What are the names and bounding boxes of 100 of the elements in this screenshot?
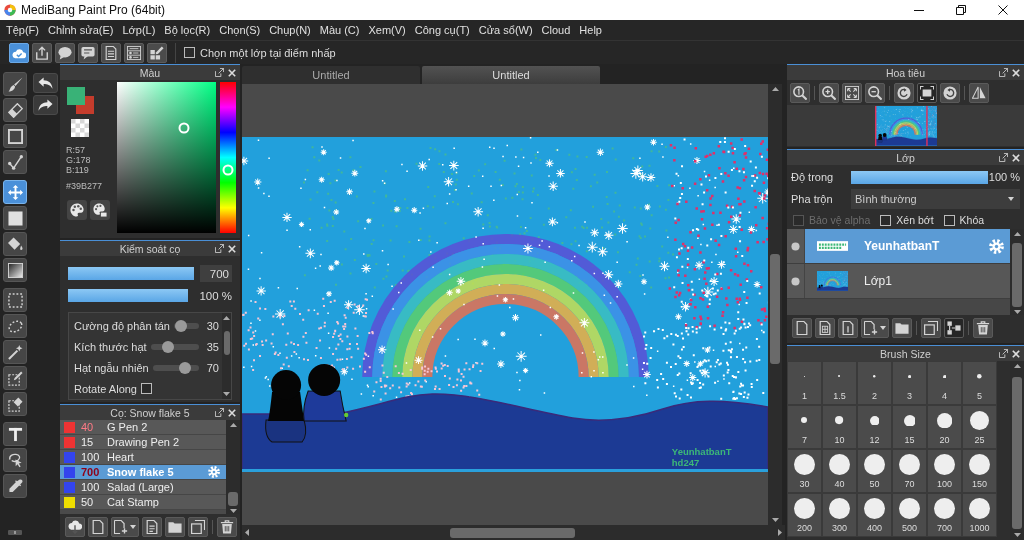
menu-item[interactable]: Màu (C) bbox=[319, 24, 360, 36]
polyline-tool-button[interactable] bbox=[3, 150, 27, 174]
brush-size-option[interactable]: 50 bbox=[857, 449, 892, 493]
undock-icon[interactable] bbox=[999, 153, 1008, 162]
opacity-slider[interactable] bbox=[851, 170, 988, 184]
speech-bubble-button[interactable] bbox=[55, 42, 75, 63]
cloud-download-button[interactable] bbox=[65, 517, 85, 537]
vertical-scrollbar[interactable] bbox=[768, 84, 782, 525]
brush-list-item[interactable]: 15 Drawing Pen 2 bbox=[60, 435, 226, 450]
undock-icon[interactable] bbox=[215, 244, 224, 253]
duplicate-layer-button[interactable] bbox=[921, 318, 941, 338]
visibility-toggle[interactable] bbox=[787, 229, 805, 263]
brush-size-option[interactable]: 150 bbox=[962, 449, 997, 493]
menu-item[interactable]: Công cụ(T) bbox=[414, 24, 470, 36]
brush-size-option[interactable]: 100 bbox=[927, 449, 962, 493]
close-icon[interactable] bbox=[1012, 153, 1020, 162]
brush-size-option[interactable]: 1 bbox=[787, 361, 822, 405]
settings-icon[interactable] bbox=[989, 238, 1004, 254]
menu-item[interactable]: Chỉnh sửa(E) bbox=[48, 24, 114, 36]
undock-icon[interactable] bbox=[999, 68, 1008, 77]
brush-size-option[interactable]: 1000 bbox=[962, 493, 997, 537]
hue-slider-handle[interactable] bbox=[222, 164, 234, 176]
copy-button[interactable] bbox=[188, 517, 208, 537]
menu-item[interactable]: Tệp(F) bbox=[6, 24, 39, 36]
brush-size-option[interactable]: 12 bbox=[857, 405, 892, 449]
brush-size-option[interactable]: 3 bbox=[892, 361, 927, 405]
select-pen-button[interactable] bbox=[3, 366, 27, 390]
move-tool-button[interactable] bbox=[3, 180, 27, 204]
flip-button[interactable] bbox=[969, 83, 989, 103]
list-button[interactable] bbox=[124, 42, 144, 63]
menu-item[interactable]: Bộ lọc(R) bbox=[164, 24, 211, 36]
brush-size-option[interactable]: 15 bbox=[892, 405, 927, 449]
brush-size-option[interactable]: 300 bbox=[822, 493, 857, 537]
add-layer-button[interactable] bbox=[861, 318, 889, 338]
blend-mode-dropdown[interactable]: Bình thường bbox=[851, 189, 1020, 209]
setting-slider[interactable] bbox=[150, 343, 199, 350]
vertical-scrollbar[interactable] bbox=[1010, 361, 1024, 540]
delete-layer-button[interactable] bbox=[973, 318, 993, 338]
brush-size-option[interactable]: 400 bbox=[857, 493, 892, 537]
color-swatches-icon[interactable] bbox=[67, 87, 94, 114]
undock-icon[interactable] bbox=[999, 349, 1008, 358]
scrollbar-thumb[interactable] bbox=[1012, 243, 1022, 307]
menu-item[interactable]: Cloud bbox=[541, 24, 571, 36]
menu-item[interactable]: Chụp(N) bbox=[269, 24, 311, 36]
new-1bit-layer-button[interactable] bbox=[838, 318, 858, 338]
vertical-scrollbar[interactable] bbox=[222, 313, 231, 399]
document-button[interactable] bbox=[101, 42, 121, 63]
redo-button[interactable] bbox=[32, 95, 58, 115]
hue-slider[interactable] bbox=[220, 82, 236, 233]
brush-size-option[interactable]: 10 bbox=[822, 405, 857, 449]
brush-size-option[interactable]: 40 bbox=[822, 449, 857, 493]
brush-file-button[interactable] bbox=[142, 517, 162, 537]
settings-icon[interactable] bbox=[208, 466, 220, 478]
menu-item[interactable]: Lớp(L) bbox=[122, 24, 156, 36]
menu-item[interactable]: Chọn(S) bbox=[219, 24, 261, 36]
palette-edit-button[interactable] bbox=[90, 200, 110, 220]
gradient-tool-button[interactable] bbox=[3, 258, 27, 282]
setting-slider[interactable] bbox=[173, 322, 199, 329]
brush-list-item[interactable]: 100 Heart bbox=[60, 450, 226, 465]
rotate-left-button[interactable] bbox=[894, 83, 914, 103]
palette-button[interactable] bbox=[67, 200, 87, 220]
menu-item[interactable]: Xem(V) bbox=[368, 24, 406, 36]
close-icon[interactable] bbox=[1012, 349, 1020, 358]
horizontal-scrollbar[interactable] bbox=[242, 525, 785, 540]
bucket-tool-button[interactable] bbox=[3, 232, 27, 256]
slider-knob[interactable] bbox=[179, 361, 192, 374]
checkbox[interactable] bbox=[141, 383, 152, 394]
size-slider[interactable] bbox=[68, 267, 194, 280]
text-tool-button[interactable] bbox=[3, 422, 27, 446]
scrollbar-thumb[interactable] bbox=[228, 492, 238, 506]
close-icon[interactable] bbox=[228, 68, 236, 77]
brush-list-item[interactable]: 50 Cat Stamp bbox=[60, 495, 226, 510]
checkbox[interactable] bbox=[184, 47, 195, 58]
zoom-out-button[interactable] bbox=[865, 83, 885, 103]
checkerboard-swatch-icon[interactable] bbox=[70, 119, 90, 137]
zoom-actual-button[interactable] bbox=[790, 83, 810, 103]
message-button[interactable] bbox=[78, 42, 98, 63]
share-button[interactable] bbox=[32, 42, 52, 63]
new-layer-button[interactable] bbox=[792, 318, 812, 338]
color-picker-handle[interactable] bbox=[178, 122, 190, 134]
new-folder-button[interactable] bbox=[892, 318, 912, 338]
close-icon[interactable] bbox=[1012, 68, 1020, 77]
eraser-tool-button[interactable] bbox=[3, 98, 27, 122]
undock-icon[interactable] bbox=[215, 408, 224, 417]
zoom-in-button[interactable] bbox=[819, 83, 839, 103]
lasso-tool-button[interactable] bbox=[3, 314, 27, 338]
brush-size-option[interactable]: 2 bbox=[857, 361, 892, 405]
select-eraser-button[interactable] bbox=[3, 392, 27, 416]
brush-size-option[interactable]: 25 bbox=[962, 405, 997, 449]
brush-size-option[interactable]: 500 bbox=[892, 493, 927, 537]
opacity-slider[interactable] bbox=[68, 289, 188, 302]
scrollbar-thumb[interactable] bbox=[223, 331, 230, 355]
delete-button[interactable] bbox=[217, 517, 237, 537]
scrollbar-thumb[interactable] bbox=[770, 254, 780, 364]
select-tool-button[interactable] bbox=[3, 288, 27, 312]
brush-size-option[interactable]: 5 bbox=[962, 361, 997, 405]
vertical-scrollbar[interactable] bbox=[226, 420, 240, 514]
add-brush-button[interactable] bbox=[111, 517, 139, 537]
eyedropper-button[interactable] bbox=[3, 474, 27, 498]
new-8bit-layer-button[interactable] bbox=[815, 318, 835, 338]
